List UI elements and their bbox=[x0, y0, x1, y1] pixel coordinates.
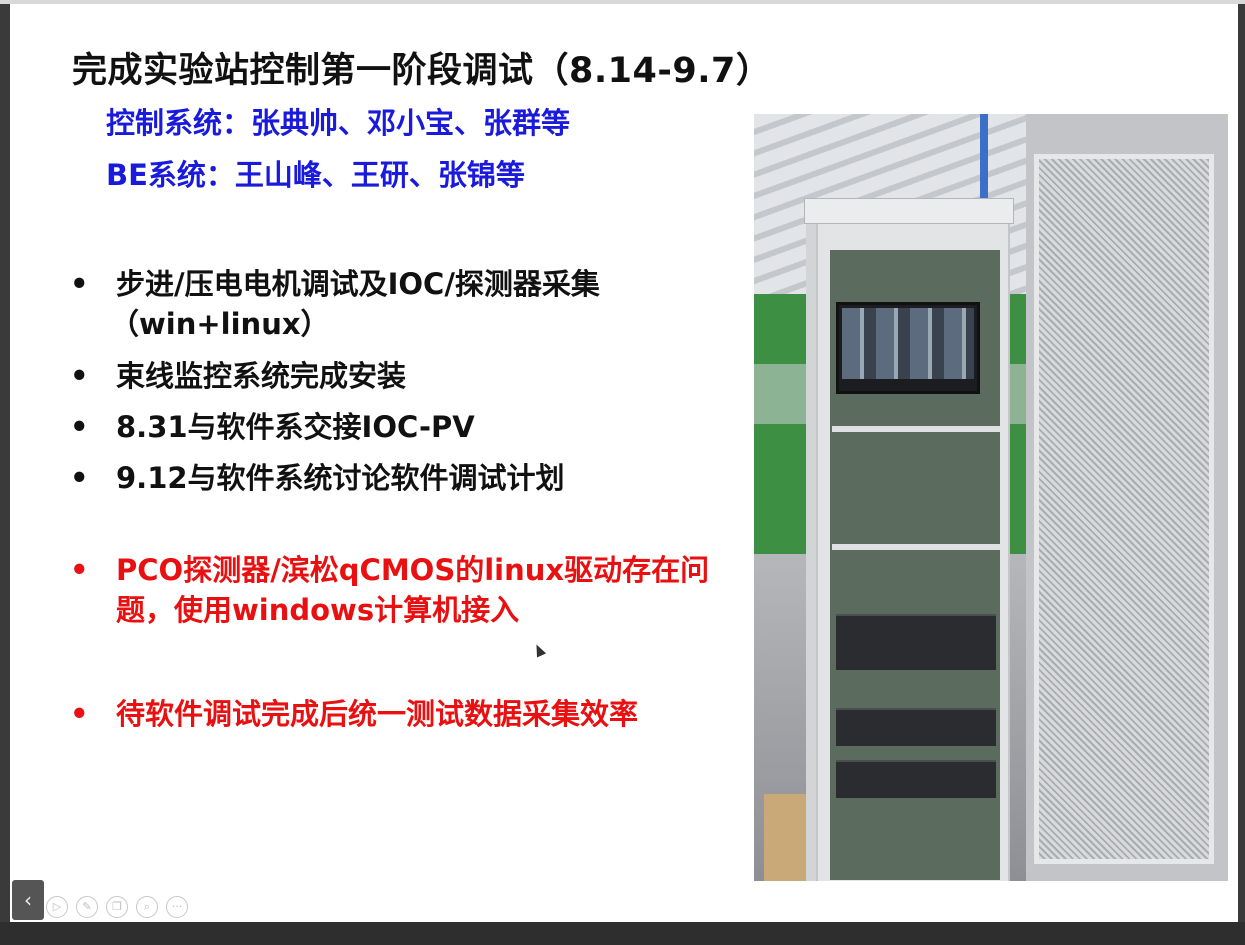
team-line-control: 控制系统：张典帅、邓小宝、张群等 bbox=[106, 106, 571, 140]
slide-title: 完成实验站控制第一阶段调试（8.14-9.7） bbox=[72, 51, 772, 91]
cabinet-shelf bbox=[832, 426, 1000, 432]
cabinet-door-mesh bbox=[1034, 154, 1214, 864]
bullet-item-highlight: • PCO探测器/滨松qCMOS的linux驱动存在问题，使用windows计算… bbox=[66, 550, 746, 630]
cabinet-shelf bbox=[832, 544, 1000, 550]
bullet-text: PCO探测器/滨松qCMOS的linux驱动存在问题，使用windows计算机接… bbox=[116, 553, 710, 627]
bullet-item: • 9.12与软件系统讨论软件调试计划 bbox=[66, 458, 746, 498]
slide-canvas: 完成实验站控制第一阶段调试（8.14-9.7） 控制系统：张典帅、邓小宝、张群等… bbox=[10, 4, 1238, 922]
bullet-text: 9.12与软件系统讨论软件调试计划 bbox=[116, 461, 565, 495]
bullet-item: • 8.31与软件系交接IOC-PV bbox=[66, 407, 746, 447]
prev-slide-button[interactable]: ‹ bbox=[12, 880, 44, 920]
bullet-subtext: （win+linux） bbox=[110, 307, 330, 341]
bullet-item: • 束线监控系统完成安装 bbox=[66, 356, 746, 396]
bullet-dot: • bbox=[70, 553, 89, 587]
bullet-text: 8.31与软件系交接IOC-PV bbox=[116, 410, 475, 444]
bullet-dot: • bbox=[70, 359, 89, 393]
bullet-item: • 步进/压电电机调试及IOC/探测器采集 （win+linux） bbox=[66, 264, 746, 344]
play-icon[interactable]: ▷ bbox=[46, 896, 68, 918]
cctv-monitor bbox=[836, 302, 980, 394]
photo-cardboard-box bbox=[764, 794, 812, 881]
network-switch bbox=[836, 708, 996, 746]
bullet-text: 束线监控系统完成安装 bbox=[116, 359, 407, 393]
pen-icon[interactable]: ✎ bbox=[76, 896, 98, 918]
cabinet-top bbox=[804, 198, 1014, 224]
network-switch bbox=[836, 760, 996, 798]
bullet-dot: • bbox=[70, 697, 89, 731]
copy-icon[interactable]: ❐ bbox=[106, 896, 128, 918]
bullet-dot: • bbox=[70, 410, 89, 444]
bullet-item-highlight: • 待软件调试完成后统一测试数据采集效率 bbox=[66, 694, 746, 734]
bullet-dot: • bbox=[70, 461, 89, 495]
bullet-text: 步进/压电电机调试及IOC/探测器采集 bbox=[116, 267, 600, 301]
bottom-bar bbox=[0, 922, 1245, 945]
bullet-list: • 步进/压电电机调试及IOC/探测器采集 （win+linux） • 束线监控… bbox=[66, 264, 746, 734]
zoom-icon[interactable]: ⌕ bbox=[136, 896, 158, 918]
nvr-device bbox=[836, 614, 996, 670]
server-rack-photo bbox=[754, 114, 1228, 881]
bullet-dot: • bbox=[70, 267, 89, 301]
team-line-be: BE系统：王山峰、王研、张锦等 bbox=[106, 158, 525, 192]
bullet-text: 待软件调试完成后统一测试数据采集效率 bbox=[116, 697, 639, 731]
presentation-toolbar: ▷ ✎ ❐ ⌕ ··· bbox=[46, 896, 188, 918]
more-icon[interactable]: ··· bbox=[166, 896, 188, 918]
